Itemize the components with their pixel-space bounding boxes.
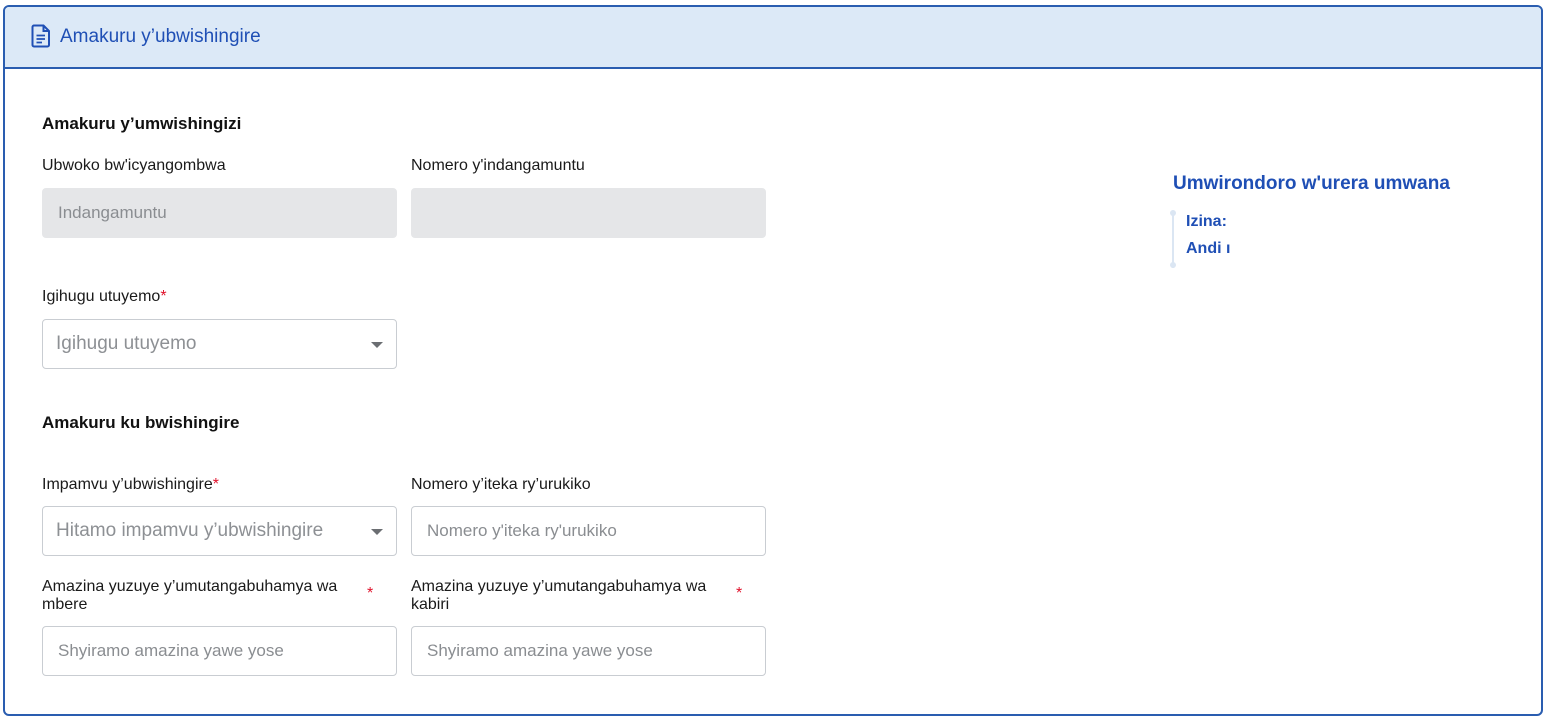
- id-type-field[interactable]: Indangamuntu: [42, 188, 397, 238]
- witness1-input[interactable]: Shyiramo amazina yawe yose: [42, 626, 397, 676]
- profile-extra-text: Andi ı: [1186, 240, 1231, 257]
- country-select[interactable]: Igihugu utuyemo: [42, 319, 397, 369]
- witness2-placeholder: Shyiramo amazina yawe yose: [427, 641, 653, 660]
- case-number-input[interactable]: Nomero y'iteka ry'urukiko: [411, 506, 766, 556]
- witness1-placeholder: Shyiramo amazina yawe yose: [58, 641, 284, 660]
- country-placeholder: Igihugu utuyemo: [56, 333, 197, 354]
- country-label: Igihugu utuyemo*: [42, 288, 167, 306]
- insurance-section-title: Amakuru ku bwishingire: [42, 413, 240, 432]
- id-type-label: Ubwoko bw'icyangombwa: [42, 157, 226, 174]
- id-number-field[interactable]: [411, 188, 766, 238]
- reason-select[interactable]: Hitamo impamvu y’ubwishingire: [42, 506, 397, 556]
- insurance-info-card: Amakuru y’ubwishingire Amakuru y’umwishi…: [3, 5, 1543, 716]
- case-number-placeholder: Nomero y'iteka ry'urukiko: [427, 521, 617, 540]
- guardian-profile-title: Umwirondoro w'urera umwana: [1173, 173, 1450, 194]
- required-mark: *: [736, 585, 743, 602]
- id-number-label: Nomero y'indangamuntu: [411, 157, 585, 174]
- reason-label: Impamvu y’ubwishingire*: [42, 476, 219, 494]
- required-mark: *: [212, 476, 219, 493]
- card-header: Amakuru y’ubwishingire: [5, 7, 1541, 69]
- chevron-down-icon: [371, 529, 383, 535]
- witness2-label: Amazina yuzuye y’umutangabuhamya wa kabi…: [411, 578, 707, 613]
- insurer-section-title: Amakuru y’umwishingizi: [42, 114, 242, 133]
- document-icon: [31, 24, 51, 48]
- required-mark: *: [367, 585, 374, 602]
- timeline-line: [1172, 212, 1174, 268]
- card-title: Amakuru y’ubwishingire: [60, 26, 261, 47]
- chevron-down-icon: [371, 342, 383, 348]
- country-label-text: Igihugu utuyemo: [42, 288, 161, 305]
- witness1-label: Amazina yuzuye y’umutangabuhamya wa mber…: [42, 578, 338, 613]
- timeline-dot: [1170, 262, 1176, 268]
- timeline-dot: [1170, 210, 1176, 216]
- reason-label-text: Impamvu y’ubwishingire: [42, 476, 213, 493]
- reason-placeholder: Hitamo impamvu y’ubwishingire: [56, 520, 324, 541]
- case-number-label: Nomero y’iteka ry’urukiko: [411, 476, 591, 493]
- witness2-input[interactable]: Shyiramo amazina yawe yose: [411, 626, 766, 676]
- required-mark: *: [160, 288, 167, 305]
- profile-name-label: Izina:: [1186, 213, 1227, 230]
- id-type-value: Indangamuntu: [58, 203, 167, 222]
